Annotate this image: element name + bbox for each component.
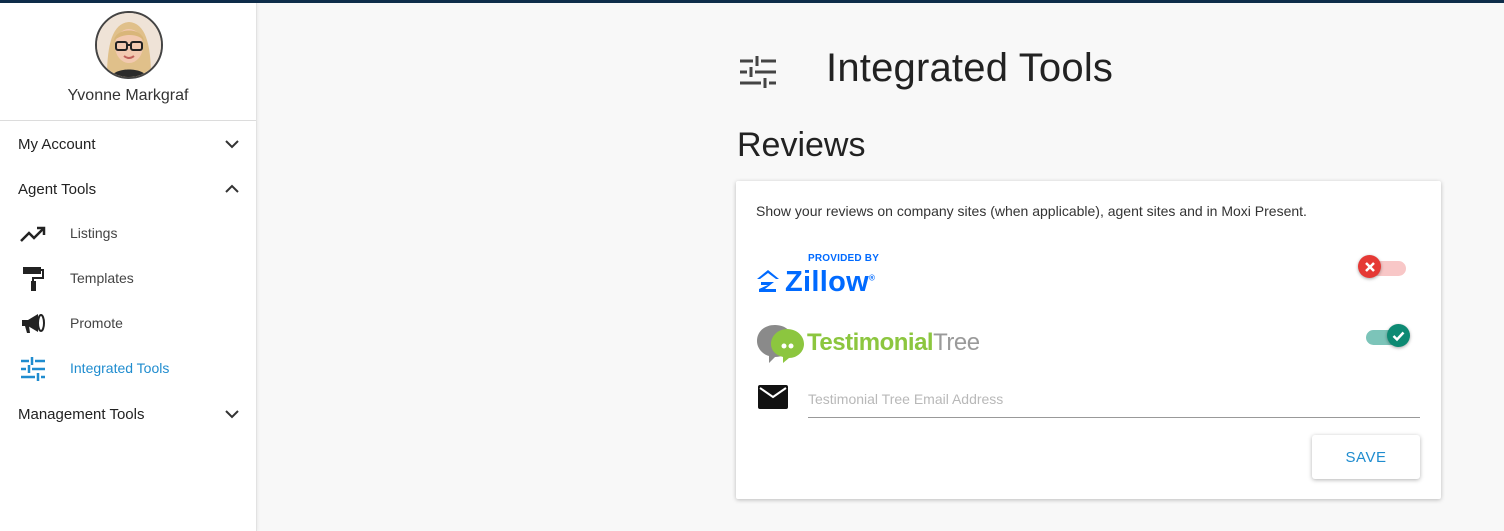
- paint-roller-icon: [23, 267, 44, 291]
- sidebar-item-label: Integrated Tools: [70, 360, 170, 376]
- speech-bubble-icon: [757, 325, 804, 363]
- testimonial-tree-wordmark: TestimonialTree: [807, 329, 980, 356]
- reviews-card: Show your reviews on company sites (when…: [736, 181, 1441, 499]
- zillow-toggle[interactable]: [1358, 255, 1406, 281]
- sidebar-item-promote[interactable]: Promote: [0, 304, 256, 344]
- nav-section-my-account[interactable]: My Account: [0, 124, 256, 164]
- zillow-wordmark: Zillow®: [785, 266, 876, 298]
- zillow-provided-by: PROVIDED BY: [808, 253, 880, 264]
- zillow-mark-icon: [757, 270, 779, 292]
- megaphone-icon: [22, 314, 45, 333]
- section-title-reviews: Reviews: [737, 126, 866, 164]
- testimonial-tree-toggle[interactable]: [1366, 324, 1414, 350]
- tune-sliders-icon: [21, 357, 45, 381]
- email-icon: [758, 385, 788, 409]
- chevron-up-icon: [225, 184, 239, 193]
- sidebar-item-label: Promote: [70, 315, 123, 331]
- sidebar-item-label: Templates: [70, 270, 134, 286]
- testimonial-tree-email-field[interactable]: [808, 381, 1420, 418]
- profile-header: Yvonne Markgraf: [0, 3, 256, 121]
- save-button[interactable]: SAVE: [1312, 435, 1420, 479]
- sidebar-item-listings[interactable]: Listings: [0, 214, 256, 254]
- nav-section-label: Agent Tools: [18, 180, 97, 198]
- nav-section-label: Management Tools: [18, 405, 145, 423]
- avatar[interactable]: [95, 11, 163, 79]
- testimonial-tree-logo: TestimonialTree: [756, 321, 980, 365]
- sidebar: Yvonne Markgraf My Account Agent Tools L…: [0, 3, 257, 531]
- nav-section-label: My Account: [18, 135, 96, 153]
- page-title: Integrated Tools: [826, 46, 1114, 90]
- user-name: Yvonne Markgraf: [67, 87, 189, 104]
- sidebar-item-integrated-tools[interactable]: Integrated Tools: [0, 349, 256, 389]
- sidebar-item-templates[interactable]: Templates: [0, 259, 256, 299]
- nav-section-management-tools[interactable]: Management Tools: [0, 394, 256, 434]
- chevron-down-icon: [225, 410, 239, 419]
- tune-sliders-icon: [740, 56, 776, 88]
- chevron-down-icon: [225, 140, 239, 149]
- close-icon: [1358, 255, 1381, 278]
- reviews-description: Show your reviews on company sites (when…: [756, 203, 1307, 219]
- check-icon: [1387, 324, 1410, 347]
- zillow-logo: PROVIDED BY Zillow®: [756, 253, 896, 299]
- nav-section-agent-tools[interactable]: Agent Tools: [0, 169, 256, 209]
- trending-up-icon: [20, 226, 46, 242]
- sidebar-item-label: Listings: [70, 225, 118, 241]
